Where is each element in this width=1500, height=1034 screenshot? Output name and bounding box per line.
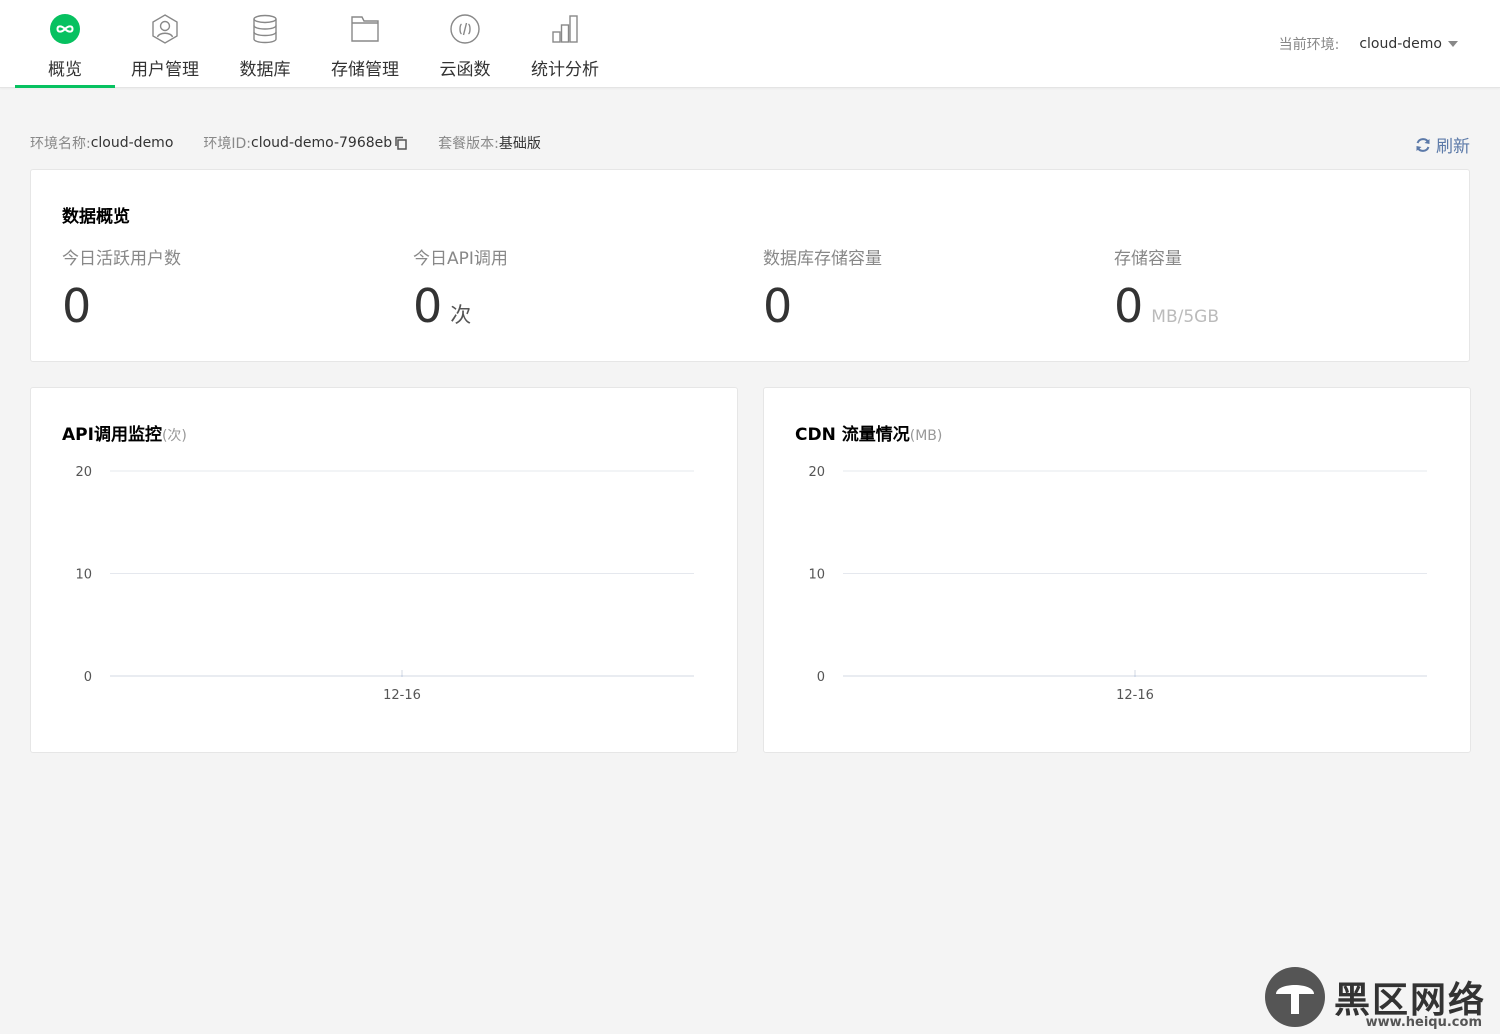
data-overview-title: 数据概览: [62, 207, 130, 227]
environment-selector[interactable]: 当前环境: cloud-demo: [1279, 34, 1458, 54]
plan-value: 基础版: [498, 136, 541, 152]
nav-label: 统计分析: [531, 60, 599, 80]
stat-value: 0: [62, 279, 92, 333]
top-nav-bar: 概览 用户管理 数据库 存储管理 云函数 统计分析 当前环境: cloud-de…: [0, 0, 1500, 88]
database-icon: [249, 13, 281, 45]
nav-item-users[interactable]: 用户管理: [115, 0, 215, 88]
stat-daily-api-calls: 今日API调用 0 次: [413, 244, 763, 329]
site-watermark: 黑区网络 www.heiqu.com: [1264, 966, 1486, 1030]
refresh-icon: [1416, 137, 1430, 152]
infinity-icon: [49, 13, 81, 45]
nav-item-storage[interactable]: 存储管理: [315, 0, 415, 88]
env-name-info: 环境名称: cloud-demo: [30, 133, 173, 153]
stat-value: 0: [763, 279, 793, 333]
env-id-info: 环境ID: cloud-demo-7968eb: [203, 133, 408, 153]
nav-item-cloud-functions[interactable]: 云函数: [415, 0, 515, 88]
bar-chart-icon: [549, 13, 581, 45]
api-monitor-chart: 0 10 20 12-16: [75, 465, 694, 703]
environment-value[interactable]: cloud-demo: [1359, 36, 1442, 52]
environment-info-bar: 环境名称: cloud-demo 环境ID: cloud-demo-7968eb…: [30, 132, 1470, 157]
nav-label: 用户管理: [131, 60, 199, 80]
y-tick-label: 0: [817, 670, 825, 685]
refresh-button[interactable]: 刷新: [1414, 132, 1470, 157]
nav-label: 数据库: [239, 60, 291, 80]
environment-label: 当前环境:: [1278, 37, 1340, 53]
caret-down-icon[interactable]: [1448, 41, 1458, 47]
stat-daily-active-users: 今日活跃用户数 0: [62, 244, 412, 329]
stat-label: 今日活跃用户数: [62, 249, 181, 269]
mushroom-logo-icon: [1264, 967, 1325, 1027]
y-tick-label: 0: [84, 670, 92, 685]
stat-storage-capacity: 存储容量 0 MB/5GB: [1114, 244, 1464, 329]
y-tick-label: 10: [75, 568, 92, 583]
stat-unit: MB/5GB: [1151, 307, 1219, 327]
stat-unit: 次: [450, 303, 472, 327]
y-tick-label: 20: [808, 465, 825, 480]
main-nav: 概览 用户管理 数据库 存储管理 云函数 统计分析: [15, 0, 615, 88]
stat-label: 数据库存储容量: [763, 249, 882, 269]
y-tick-label: 10: [808, 568, 825, 583]
plan-label: 套餐版本:: [438, 136, 499, 152]
env-id-label: 环境ID:: [203, 136, 252, 152]
copy-icon[interactable]: [394, 136, 408, 150]
stat-value: 0: [413, 279, 443, 333]
nav-label: 云函数: [439, 60, 491, 80]
cdn-traffic-chart: 0 10 20 12-16: [808, 465, 1427, 703]
nav-label: 概览: [48, 60, 82, 80]
api-monitor-card: API调用监控(次) 0 10 20 12-16: [30, 387, 738, 753]
stat-label: 存储容量: [1114, 249, 1182, 269]
plan-info: 套餐版本: 基础版: [438, 133, 541, 153]
y-tick-label: 20: [75, 465, 92, 480]
refresh-label: 刷新: [1436, 137, 1470, 157]
nav-item-statistics[interactable]: 统计分析: [515, 0, 615, 88]
nav-item-database[interactable]: 数据库: [215, 0, 315, 88]
nav-item-overview[interactable]: 概览: [15, 0, 115, 88]
folder-icon: [349, 13, 381, 45]
x-tick-label: 12-16: [1116, 688, 1154, 703]
x-tick-label: 12-16: [383, 688, 421, 703]
env-name-value: cloud-demo: [90, 135, 174, 151]
watermark-url: www.heiqu.com: [1365, 1015, 1482, 1030]
user-icon: [149, 13, 181, 45]
stat-value: 0: [1114, 279, 1144, 333]
data-point: [1134, 675, 1136, 677]
code-icon: [449, 13, 481, 45]
stat-label: 今日API调用: [413, 249, 508, 269]
data-overview-card: 数据概览 今日活跃用户数 0 今日API调用 0 次 数据库存储容量 0 存储容…: [30, 169, 1470, 362]
nav-label: 存储管理: [331, 60, 399, 80]
env-id-value: cloud-demo-7968eb: [251, 135, 393, 151]
cdn-traffic-card: CDN 流量情况(MB) 0 10 20 12-16: [763, 387, 1471, 753]
env-name-label: 环境名称:: [30, 136, 91, 152]
stat-database-capacity: 数据库存储容量 0: [763, 244, 1113, 329]
data-point: [401, 675, 403, 677]
